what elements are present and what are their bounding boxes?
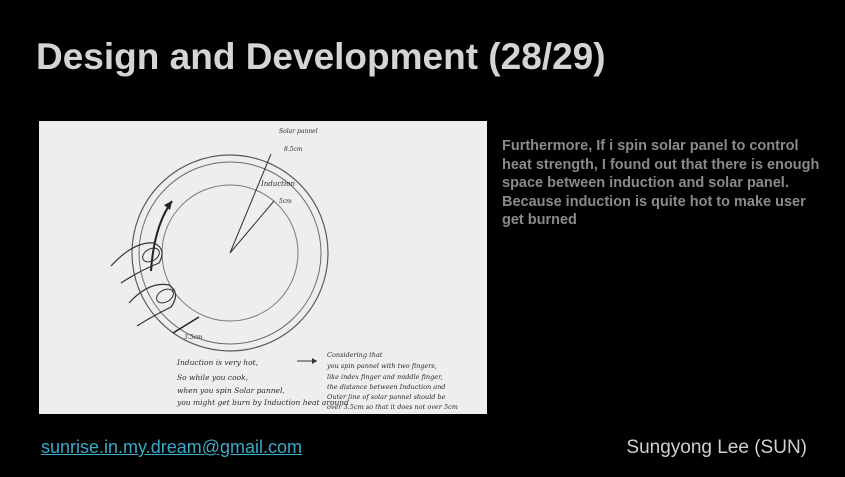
sketch-note-left: Induction is very hot, So while you cook… [176, 358, 349, 407]
sketch-image: Solar pannel 8.5cm Induction 5cm 3.5cm I… [39, 121, 487, 414]
note-right-line: over 3.5cm so that it does not over 5cm [327, 403, 458, 411]
label-solar-panel: Solar pannel [279, 128, 318, 135]
label-gap-size: 3.5cm [184, 334, 203, 341]
label-solar-size: 8.5cm [284, 146, 303, 153]
note-right-line: you spin pannel with two fingers, [326, 362, 437, 370]
note-left-line: So while you cook, [177, 373, 248, 382]
slide-title: Design and Development (28/29) [36, 36, 606, 77]
solar-radius-line [229, 153, 272, 254]
note-right-line: Considering that [327, 351, 383, 359]
note-left-line: you might get burn by Induction heat aro… [176, 398, 349, 407]
note-right-line: like index finger and middle finger, [327, 373, 443, 381]
body-text: Furthermore, If i spin solar panel to co… [502, 138, 820, 228]
note-right-line: the distance between Induction and [327, 383, 445, 391]
fingernail-upper [142, 247, 160, 263]
note-arrow-head [312, 358, 317, 364]
induction-radius-line [229, 200, 275, 254]
gap-measure-line [172, 316, 200, 334]
note-right-line: Outer line of solar pannel should be [327, 393, 446, 401]
sketch-drawing: Solar pannel 8.5cm Induction 5cm 3.5cm I… [110, 128, 458, 411]
note-left-line: Induction is very hot, [176, 358, 258, 367]
label-induction: Induction [260, 180, 295, 188]
note-left-line: when you spin Solar pannel, [177, 386, 285, 395]
author-name: Sungyong Lee (SUN) [626, 437, 807, 458]
slide: Design and Development (28/29) Solar pan… [0, 0, 845, 477]
email-link[interactable]: sunrise.in.my.dream@gmail.com [41, 437, 302, 458]
label-induction-size: 5cm [279, 198, 292, 205]
